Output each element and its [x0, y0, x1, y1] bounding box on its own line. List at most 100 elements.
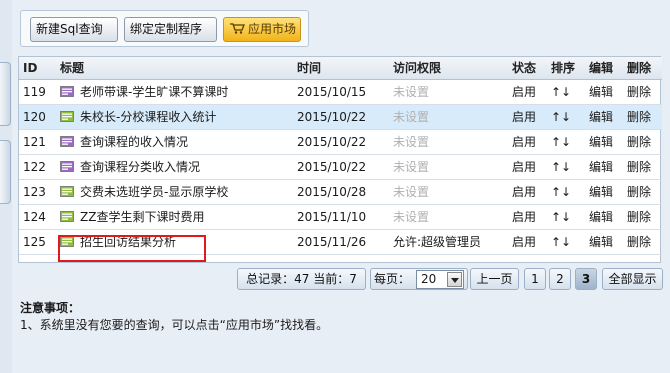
row-title[interactable]: 老师带课-学生旷课不算课时	[56, 79, 293, 105]
report-icon	[60, 111, 74, 122]
row-time: 2015/10/22	[293, 154, 389, 180]
row-status[interactable]: 启用	[508, 204, 547, 230]
record-summary: 总记录：47 当前：7	[237, 268, 366, 290]
notes-section: 注意事项： 1、系统里没有您要的查询，可以点击“应用市场”找找看。	[20, 300, 328, 334]
table-row[interactable]: 124 ZZ查学生剩下课时费用 2015/11/10 未设置 启用 ↑↓ 编辑 删除	[19, 204, 662, 230]
row-status[interactable]: 启用	[508, 179, 547, 205]
row-edit-link[interactable]: 编辑	[585, 179, 623, 205]
row-edit-link[interactable]: 编辑	[585, 154, 623, 180]
left-collapse-handle[interactable]	[0, 140, 11, 204]
table-row[interactable]: 123 交费未选班学员-显示原学校 2015/10/28 未设置 启用 ↑↓ 编辑 删除	[19, 179, 662, 205]
report-icon	[60, 236, 74, 247]
row-sort[interactable]: ↑↓	[547, 129, 585, 155]
row-id: 123	[19, 179, 56, 205]
row-status[interactable]: 启用	[508, 104, 547, 130]
row-id: 124	[19, 204, 56, 230]
col-header-title: 标题	[56, 57, 293, 80]
row-title-label[interactable]: 交费未选班学员-显示原学校	[80, 185, 228, 199]
left-collapse-handle[interactable]	[0, 62, 11, 126]
notes-heading: 注意事项：	[20, 301, 81, 315]
row-title-label[interactable]: 朱校长-分校课程收入统计	[80, 110, 216, 124]
row-title-label[interactable]: 查询课程的收入情况	[80, 135, 188, 149]
col-header-edit: 编辑	[585, 57, 623, 80]
new-sql-query-button[interactable]: 新建Sql查询	[30, 17, 118, 42]
show-all-button[interactable]: 全部显示	[602, 268, 663, 290]
report-icon	[60, 136, 74, 147]
row-time: 2015/10/15	[293, 79, 389, 105]
prev-page-button[interactable]: 上一页	[470, 268, 519, 290]
row-access: 未设置	[389, 104, 508, 130]
row-title[interactable]: 交费未选班学员-显示原学校	[56, 179, 293, 205]
row-sort[interactable]: ↑↓	[547, 179, 585, 205]
row-access: 未设置	[389, 179, 508, 205]
col-header-id: ID	[19, 57, 56, 80]
row-delete-link[interactable]: 删除	[623, 229, 662, 255]
table-row[interactable]: 121 查询课程的收入情况 2015/10/22 未设置 启用 ↑↓ 编辑 删除	[19, 129, 662, 155]
per-page-select[interactable]: 20	[416, 270, 464, 289]
row-sort[interactable]: ↑↓	[547, 79, 585, 105]
col-header-time: 时间	[293, 57, 389, 80]
row-status[interactable]: 启用	[508, 154, 547, 180]
row-id: 119	[19, 79, 56, 105]
row-title-label[interactable]: 查询课程分类收入情况	[80, 160, 200, 174]
bind-program-button[interactable]: 绑定定制程序	[124, 17, 217, 42]
row-time: 2015/10/22	[293, 104, 389, 130]
report-icon	[60, 161, 74, 172]
row-sort[interactable]: ↑↓	[547, 104, 585, 130]
report-icon	[60, 186, 74, 197]
row-delete-link[interactable]: 删除	[623, 179, 662, 205]
row-delete-link[interactable]: 删除	[623, 204, 662, 230]
shopping-cart-icon	[230, 23, 245, 34]
row-edit-link[interactable]: 编辑	[585, 104, 623, 130]
chevron-down-icon[interactable]	[447, 272, 462, 287]
row-edit-link[interactable]: 编辑	[585, 204, 623, 230]
row-id: 121	[19, 129, 56, 155]
row-title[interactable]: ZZ查学生剩下课时费用	[56, 204, 293, 230]
row-title-label[interactable]: 招生回访结果分析	[80, 235, 176, 249]
row-id: 122	[19, 154, 56, 180]
row-delete-link[interactable]: 删除	[623, 79, 662, 105]
report-icon	[60, 86, 74, 97]
row-title-label[interactable]: 老师带课-学生旷课不算课时	[80, 85, 228, 99]
page-button-1[interactable]: 1	[524, 268, 546, 290]
row-access: 未设置	[389, 204, 508, 230]
row-delete-link[interactable]: 删除	[623, 104, 662, 130]
row-delete-link[interactable]: 删除	[623, 154, 662, 180]
table-header-row: ID 标题 时间 访问权限 状态 排序 编辑 删除	[19, 57, 662, 80]
toolbar: 新建Sql查询 绑定定制程序 应用市场	[20, 10, 309, 47]
table-row[interactable]: 125 招生回访结果分析 2015/11/26 允许:超级管理员 启用 ↑↓ 编辑 删除	[19, 229, 662, 255]
col-header-delete: 删除	[623, 57, 662, 80]
page-button-3-current[interactable]: 3	[575, 268, 597, 290]
row-status[interactable]: 启用	[508, 229, 547, 255]
row-title[interactable]: 招生回访结果分析	[56, 229, 293, 255]
row-sort[interactable]: ↑↓	[547, 154, 585, 180]
notes-line-1: 1、系统里没有您要的查询，可以点击“应用市场”找找看。	[20, 318, 329, 332]
table-row[interactable]: 119 老师带课-学生旷课不算课时 2015/10/15 未设置 启用 ↑↓ 编辑 删除	[19, 79, 662, 105]
app-market-button[interactable]: 应用市场	[223, 17, 301, 42]
row-delete-link[interactable]: 删除	[623, 129, 662, 155]
row-access: 未设置	[389, 79, 508, 105]
row-status[interactable]: 启用	[508, 79, 547, 105]
table-row[interactable]: 122 查询课程分类收入情况 2015/10/22 未设置 启用 ↑↓ 编辑 删除	[19, 154, 662, 180]
row-edit-link[interactable]: 编辑	[585, 79, 623, 105]
row-time: 2015/10/22	[293, 129, 389, 155]
row-id: 120	[19, 104, 56, 130]
row-access: 允许:超级管理员	[389, 229, 508, 255]
row-time: 2015/11/10	[293, 204, 389, 230]
row-title[interactable]: 查询课程的收入情况	[56, 129, 293, 155]
row-sort[interactable]: ↑↓	[547, 204, 585, 230]
row-title[interactable]: 朱校长-分校课程收入统计	[56, 104, 293, 130]
row-title-label[interactable]: ZZ查学生剩下课时费用	[80, 210, 204, 224]
row-edit-link[interactable]: 编辑	[585, 129, 623, 155]
page-button-2[interactable]: 2	[549, 268, 571, 290]
app-market-label: 应用市场	[248, 22, 297, 36]
new-sql-query-label: 新建Sql查询	[36, 22, 103, 36]
row-edit-link[interactable]: 编辑	[585, 229, 623, 255]
row-sort[interactable]: ↑↓	[547, 229, 585, 255]
table-row[interactable]: 120 朱校长-分校课程收入统计 2015/10/22 未设置 启用 ↑↓ 编辑 删除	[19, 104, 662, 130]
query-table: ID 标题 时间 访问权限 状态 排序 编辑 删除 119 老师带课-学生旷课不算…	[18, 56, 662, 263]
col-header-access: 访问权限	[389, 57, 508, 80]
row-title[interactable]: 查询课程分类收入情况	[56, 154, 293, 180]
per-page-label: 每页：	[374, 272, 411, 286]
row-status[interactable]: 启用	[508, 129, 547, 155]
